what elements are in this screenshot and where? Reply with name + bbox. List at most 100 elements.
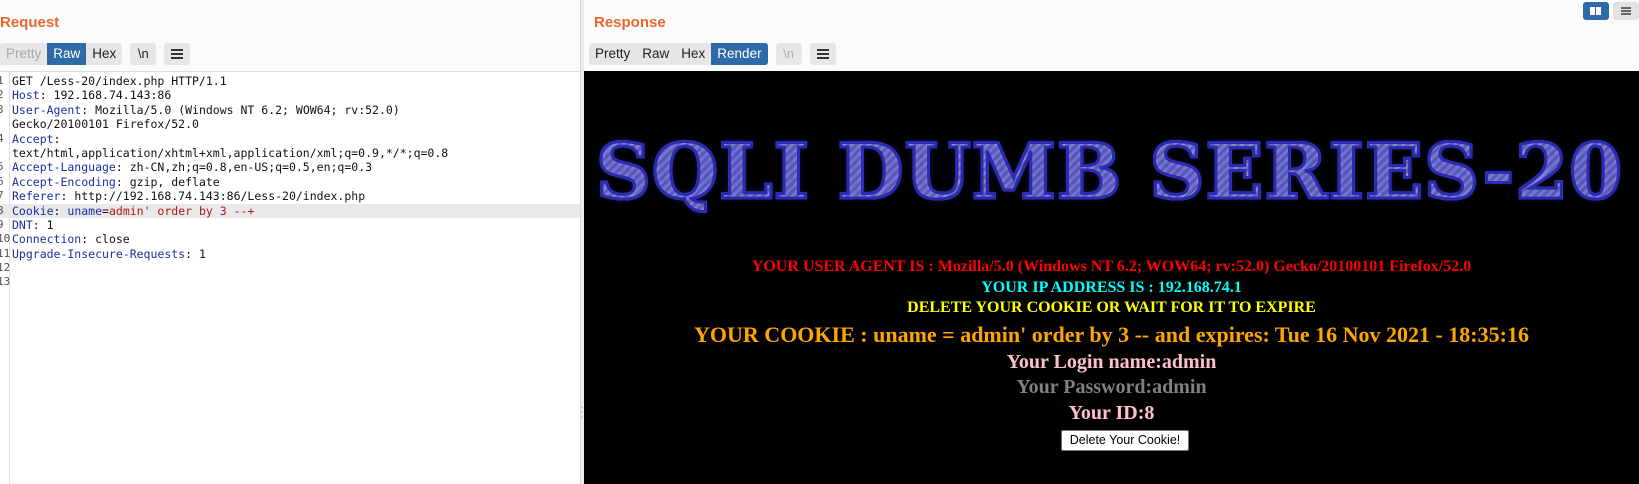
response-tab-pretty[interactable]: Pretty (589, 43, 637, 65)
delete-cookie-notice: DELETE YOUR COOKIE OR WAIT FOR IT TO EXP… (907, 299, 1316, 316)
line-content: Cookie: uname=admin' order by 3 --+ (12, 204, 254, 218)
cookie-equals: = (102, 203, 109, 218)
header-separator: : (53, 131, 61, 146)
header-name: Accept (12, 131, 54, 146)
line-content: Upgrade-Insecure-Requests: 1 (12, 247, 206, 261)
header-name: Host (12, 88, 40, 103)
header-value: zh-CN,zh;q=0.8,en-US;q=0.5,en;q=0.3 (129, 160, 373, 175)
header-value: gzip, deflate (129, 174, 220, 189)
cookie-line: YOUR COOKIE : uname = admin' order by 3 … (694, 322, 1529, 347)
line-number: 2 (0, 88, 4, 102)
response-toolbar: Pretty Raw Hex Render \n (589, 43, 836, 65)
password-line: Your Password:admin (1016, 376, 1207, 398)
response-newline-toggle[interactable]: \n (775, 43, 802, 65)
request-tab-raw[interactable]: Raw (47, 43, 87, 65)
header-separator: : (53, 203, 68, 218)
header-value: http://192.168.74.143:86/Less-20/index.p… (74, 189, 366, 204)
menu-icon (816, 48, 829, 59)
request-line: 3 User-Agent: Mozilla/5.0 (Windows NT 6.2… (0, 103, 580, 117)
split-view-icon[interactable] (1583, 2, 1609, 20)
line-content: DNT: 1 (12, 218, 54, 232)
response-view-tabs: Pretty Raw Hex Render (589, 43, 768, 65)
user-id-line: Your ID:8 (1068, 402, 1155, 424)
request-line: 9 DNT: 1 (0, 218, 580, 232)
ip-address-line: YOUR IP ADDRESS IS : 192.168.74.1 (981, 279, 1242, 296)
line-number: 11 (0, 246, 11, 260)
request-pane: Request Pretty Raw Hex \n 1 GET /Less-20/… (0, 0, 580, 484)
header-separator: : (115, 174, 130, 189)
header-separator: : (60, 189, 75, 204)
header-name: Connection (12, 232, 82, 247)
line-number: 1 (0, 74, 4, 87)
line-content: GET /Less-20/index.php HTTP/1.1 (12, 74, 227, 88)
line-number: 10 (0, 232, 11, 246)
request-newline-toggle[interactable]: \n (130, 43, 157, 65)
header-name: Accept-Language (12, 160, 116, 175)
header-name: Referer (12, 189, 61, 204)
header-separator: : (32, 217, 47, 232)
response-tab-raw[interactable]: Raw (636, 43, 676, 65)
line-number: 6 (0, 174, 4, 188)
header-name: Accept-Encoding (12, 174, 116, 189)
request-line: 2 Host: 192.168.74.143:86 (0, 88, 580, 102)
header-value: text/html,application/xhtml+xml,applicat… (12, 145, 449, 160)
line-content: Accept-Language: zh-CN,zh;q=0.8,en-US;q=… (12, 160, 372, 174)
request-line: 11 Upgrade-Insecure-Requests: 1 (0, 247, 580, 261)
request-view-tabs: Pretty Raw Hex (0, 43, 123, 65)
line-content: text/html,application/xhtml+xml,applicat… (12, 146, 448, 160)
request-line: Gecko/20100101 Firefox/52.0 (0, 117, 580, 131)
line-content: User-Agent: Mozilla/5.0 (Windows NT 6.2;… (12, 103, 400, 117)
header-name: Upgrade-Insecure-Requests (12, 246, 186, 261)
line-number: 8 (0, 203, 4, 217)
stacked-view-icon[interactable] (1613, 2, 1639, 20)
request-toolbar: Pretty Raw Hex \n (0, 43, 191, 65)
request-line: text/html,application/xhtml+xml,applicat… (0, 146, 580, 160)
header-value: close (95, 232, 130, 247)
header-value: 192.168.74.143:86 (53, 88, 172, 103)
request-line: 13 (0, 275, 580, 289)
line-content: Referer: http://192.168.74.143:86/Less-2… (12, 189, 365, 203)
response-tab-hex[interactable]: Hex (675, 43, 712, 65)
request-line: 4 Accept: (0, 132, 580, 146)
response-pane: Response Pretty Raw Hex Render \n SQLI D… (584, 0, 1639, 484)
request-tab-hex[interactable]: Hex (86, 43, 123, 65)
request-line: 10 Connection: close (0, 232, 580, 246)
login-name-line: Your Login name:admin (1006, 351, 1217, 373)
header-value: 1 (46, 217, 54, 232)
header-separator: : (39, 88, 54, 103)
line-number: 5 (0, 160, 4, 174)
request-tab-pretty[interactable]: Pretty (0, 43, 48, 65)
layout-toggle (1583, 2, 1639, 20)
menu-icon (171, 48, 184, 59)
response-menu-button[interactable] (809, 43, 836, 65)
page-banner: SQLI DUMB SERIES-20 (595, 126, 1624, 218)
line-number: 3 (0, 102, 4, 116)
request-menu-button[interactable] (164, 43, 191, 65)
response-tab-render[interactable]: Render (711, 43, 768, 65)
line-content: Accept-Encoding: gzip, deflate (12, 175, 220, 189)
header-name: DNT (12, 217, 33, 232)
user-agent-line: YOUR USER AGENT IS : Mozilla/5.0 (Window… (751, 258, 1472, 275)
header-separator: : (115, 160, 130, 175)
response-title: Response (594, 14, 666, 31)
response-render-view: SQLI DUMB SERIES-20 YOUR USER AGENT IS :… (584, 71, 1639, 484)
request-title: Request (0, 14, 60, 31)
line-content: Gecko/20100101 Firefox/52.0 (12, 117, 199, 131)
header-separator: : (185, 246, 199, 261)
line-content: Accept: (12, 132, 60, 146)
header-separator: : (81, 232, 96, 247)
cookie-value: admin' order by 3 --+ (108, 203, 255, 218)
request-line: 5 Accept-Language: zh-CN,zh;q=0.8,en-US;q… (0, 160, 580, 174)
header-value: GET /Less-20/index.php HTTP/1.1 (12, 74, 227, 88)
line-content: Host: 192.168.74.143:86 (12, 88, 171, 102)
request-line: 12 (0, 261, 580, 275)
request-line: 8 Cookie: uname=admin' order by 3 --+ (0, 203, 580, 218)
header-value: Gecko/20100101 Firefox/52.0 (12, 117, 199, 132)
delete-cookie-button[interactable]: Delete Your Cookie! (1061, 430, 1189, 451)
header-value: 1 (198, 246, 206, 261)
header-name: User-Agent (12, 102, 82, 117)
line-number: 12 (0, 261, 11, 275)
request-line: 6 Accept-Encoding: gzip, deflate (0, 175, 580, 189)
line-content: Connection: close (12, 232, 130, 246)
request-editor[interactable]: 1 GET /Less-20/index.php HTTP/1.1 2 Host: 1… (0, 71, 580, 484)
